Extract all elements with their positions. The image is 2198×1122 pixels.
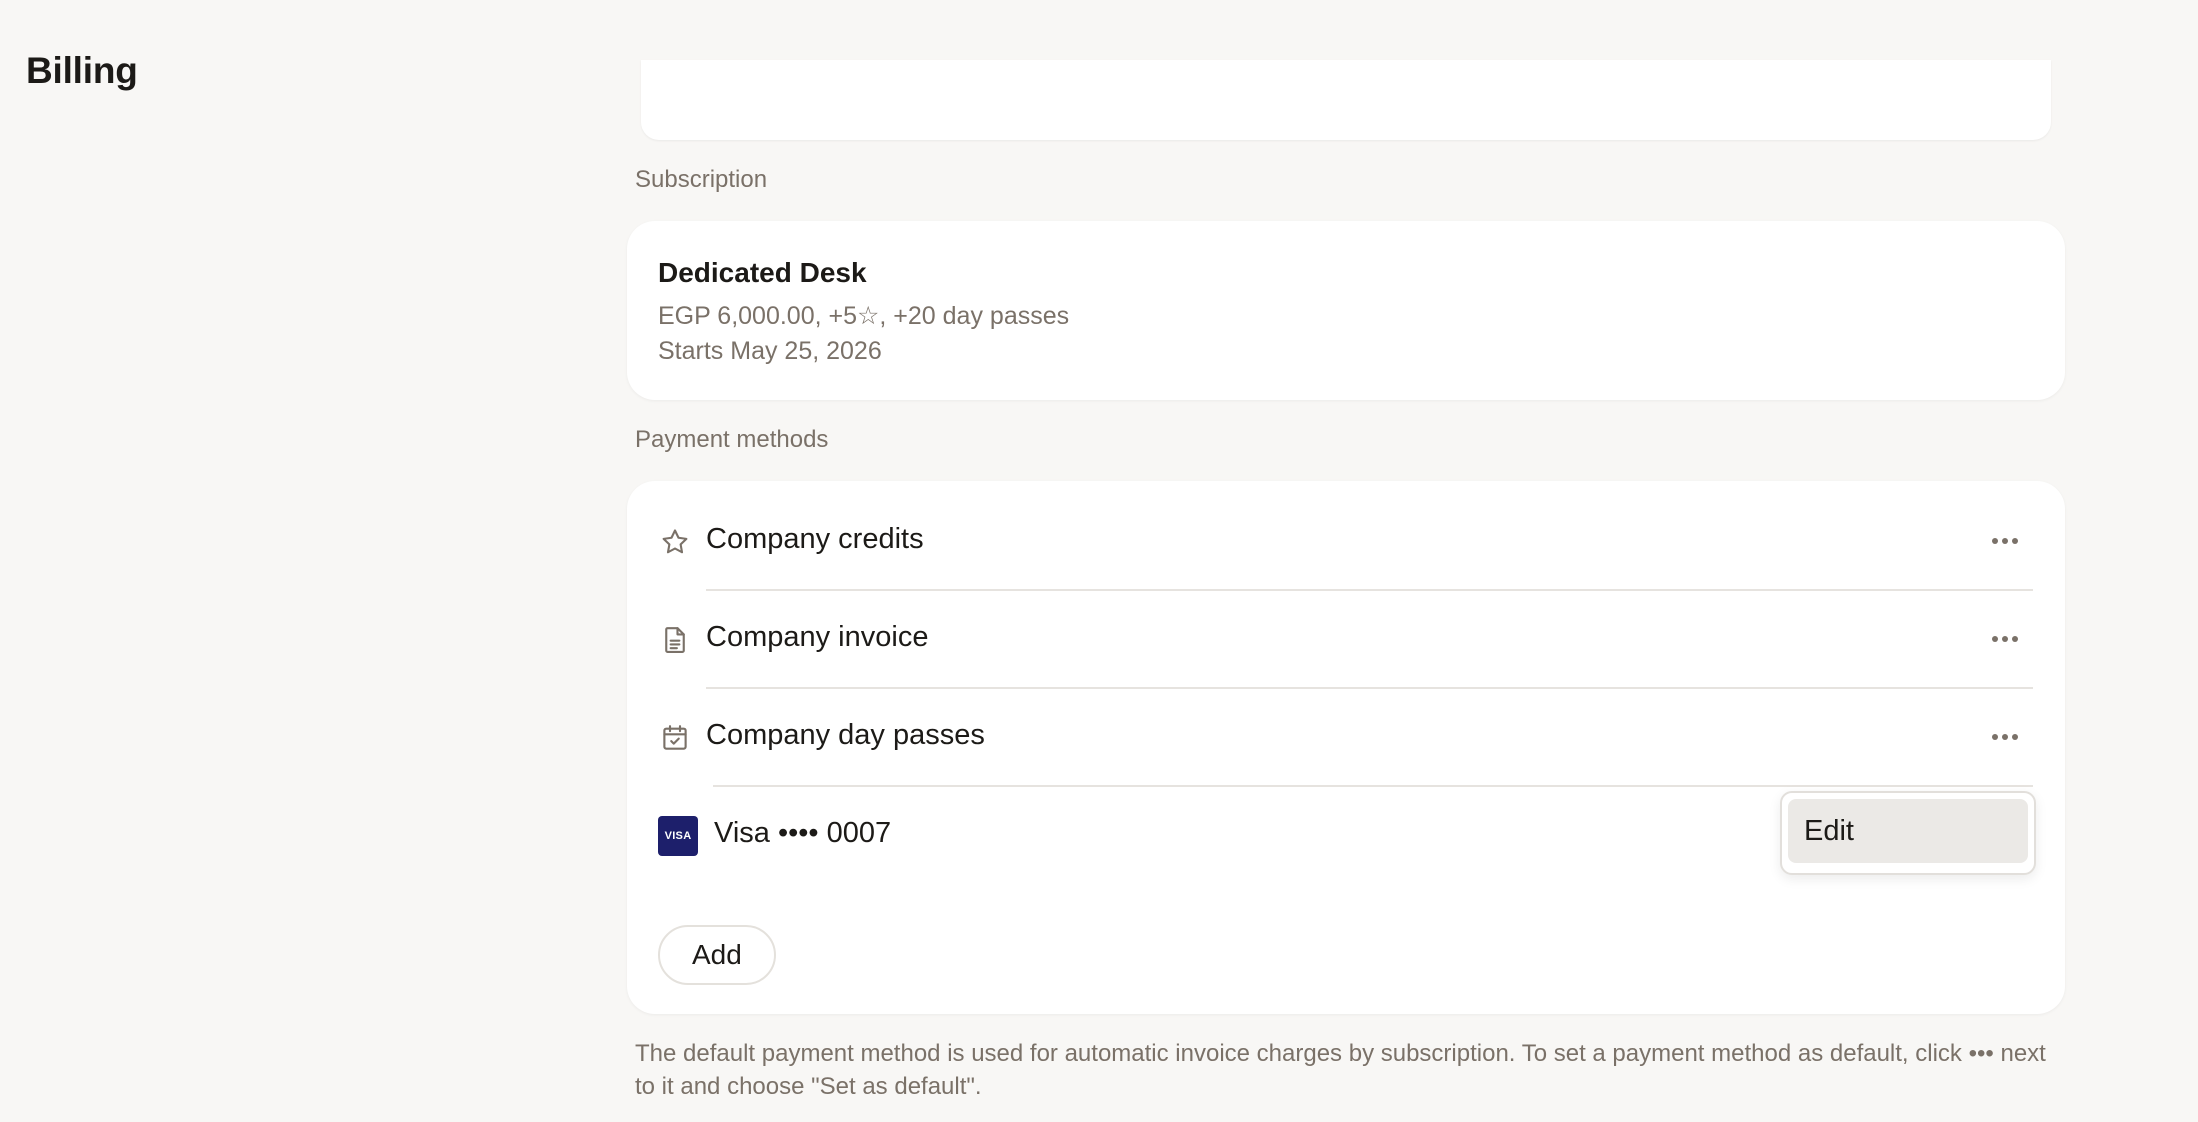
star-icon: [658, 525, 692, 559]
payment-method-company-invoice[interactable]: Company invoice: [627, 591, 2065, 689]
payment-method-label: Company day passes: [706, 719, 985, 751]
payment-method-company-day-passes[interactable]: Company day passes: [627, 689, 2065, 787]
page-title: Billing: [26, 50, 138, 91]
payment-default-footnote: The default payment method is used for a…: [635, 1040, 2046, 1100]
subscription-start-date: Starts May 25, 2026: [658, 337, 882, 365]
payment-method-label: Visa •••• 0007: [714, 817, 892, 849]
subscription-details: EGP 6,000.00, +5☆, +20 day passes: [658, 302, 1070, 330]
edit-menu-item[interactable]: Edit: [1788, 799, 2028, 863]
subscription-plan-name: Dedicated Desk: [658, 257, 867, 288]
payment-method-label: Company credits: [706, 523, 924, 555]
payment-methods-section-label: Payment methods: [635, 426, 829, 453]
subscription-card[interactable]: Dedicated Desk EGP 6,000.00, +5☆, +20 da…: [627, 221, 2065, 400]
document-icon: [658, 623, 692, 657]
more-options-icon[interactable]: [1983, 619, 2027, 659]
payment-method-company-credits[interactable]: Company credits: [627, 493, 2065, 591]
more-options-icon[interactable]: [1983, 717, 2027, 757]
visa-card-icon: VISA: [658, 816, 698, 856]
more-options-icon[interactable]: [1983, 521, 2027, 561]
payment-method-label: Company invoice: [706, 621, 929, 653]
calendar-check-icon: [658, 721, 692, 755]
subscription-section-label: Subscription: [635, 166, 768, 193]
previous-card-edge: [641, 60, 2051, 140]
row-options-dropdown: Edit: [1780, 791, 2036, 875]
payment-methods-card: Company credits Company invoice Company …: [627, 481, 2065, 1014]
add-payment-method-button[interactable]: Add: [658, 925, 776, 985]
